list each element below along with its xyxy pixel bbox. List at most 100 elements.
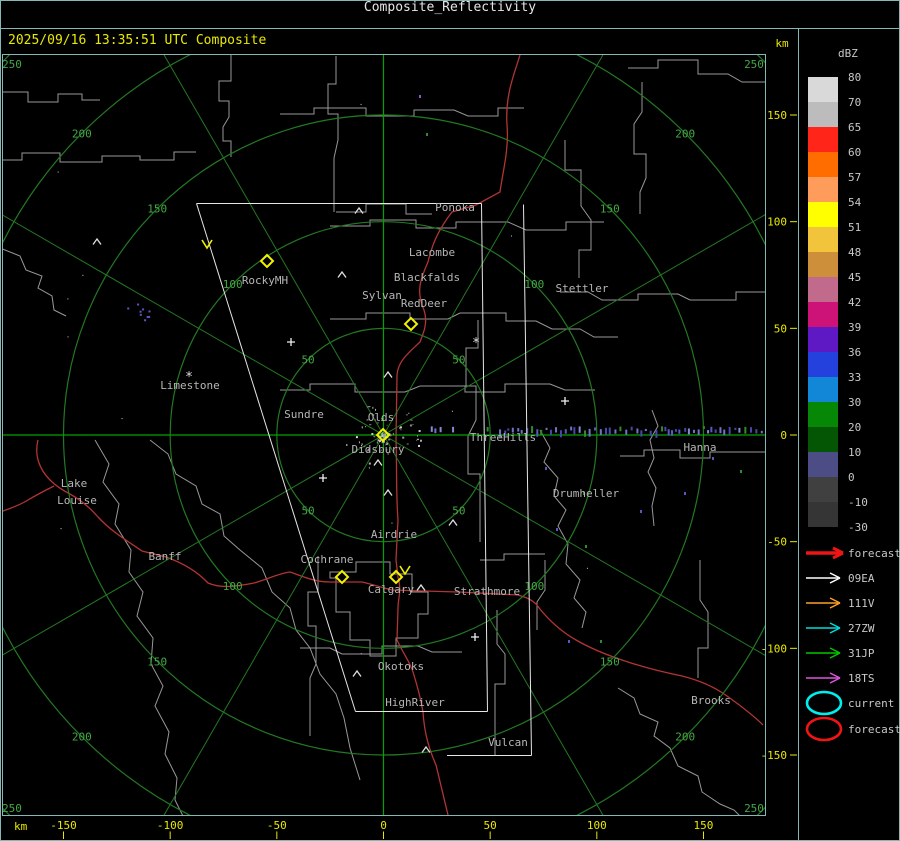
ring-distance-label: 50: [452, 504, 465, 517]
interference-speckle: [674, 429, 677, 432]
interference-speckle: [684, 427, 687, 432]
interference-speckle: [664, 426, 667, 432]
interference-speckle: [605, 427, 608, 436]
clutter-speckle: [388, 439, 391, 441]
clutter-speckle: [418, 429, 421, 432]
track-ellipse-icon: [805, 690, 843, 716]
caret-marker-icon: [337, 270, 347, 278]
colorbar-swatch: [808, 452, 838, 477]
clutter-speckle: [418, 444, 421, 447]
colorbar-tick-label: 33: [848, 371, 861, 384]
interference-speckle: [649, 430, 652, 436]
clutter-speckle: [410, 419, 413, 421]
track-ellipse-icon: [805, 716, 843, 742]
interference-speckle: [734, 427, 737, 430]
check-marker-icon: [399, 565, 411, 576]
colorbar-swatch: [808, 427, 838, 452]
clutter-speckle: [416, 438, 419, 440]
colorbar-swatch: [808, 277, 838, 302]
clutter-speckle: [368, 466, 370, 469]
track-ellipse-label: forecast: [848, 723, 900, 736]
colorbar-swatch: [808, 327, 838, 352]
track-arrow-label: forecast: [848, 547, 900, 560]
colorbar-swatch: [808, 152, 838, 177]
right-axis-tick-label: -100: [761, 642, 788, 655]
city-label: Didsbury: [352, 443, 405, 456]
right-axis-tick-label: -50: [767, 536, 787, 549]
interference-speckle: [687, 428, 690, 435]
clutter-speckle: [396, 412, 398, 414]
scan-sector-outline: [481, 203, 488, 712]
plus-marker-icon: [471, 633, 479, 641]
city-label: Airdrie: [371, 528, 417, 541]
colorbar-title: dBZ: [838, 47, 858, 60]
right-axis-unit-label: km: [775, 37, 789, 50]
county-border: [633, 82, 647, 214]
clutter-speckle: [368, 406, 371, 408]
noise-dot: [510, 235, 512, 237]
interference-speckle: [644, 428, 647, 432]
clutter-speckle: [369, 424, 372, 426]
county-border: [300, 645, 462, 655]
colorbar-tick-label: 30: [848, 396, 861, 409]
caret-marker-icon: [383, 370, 393, 378]
city-label: Banff: [148, 550, 181, 563]
caret-marker-icon: [352, 669, 362, 677]
colorbar-tick-label: 48: [848, 246, 861, 259]
county-border: [480, 553, 545, 561]
colorbar-tick-label: -30: [848, 521, 868, 534]
city-label: Hanna: [683, 441, 716, 454]
interference-speckle: [640, 430, 643, 437]
ring-distance-label: 200: [675, 731, 695, 744]
caret-marker-icon: [373, 458, 383, 466]
colorbar-tick-label: 45: [848, 271, 861, 284]
noise-dot: [57, 171, 59, 173]
noise-dot: [391, 522, 393, 524]
city-label: Strathmore: [454, 585, 520, 598]
city-label: Drumheller: [553, 487, 620, 500]
interference-speckle: [584, 430, 587, 437]
echo-speckle: [545, 467, 547, 470]
track-arrow-label: 18TS: [848, 672, 875, 685]
noise-dot: [67, 298, 69, 300]
clutter-speckle: [368, 462, 371, 465]
caret-marker-icon: [416, 583, 426, 591]
interference-speckle: [608, 427, 611, 435]
interference-speckle: [719, 427, 722, 434]
bottom-axis-tick-label: 100: [587, 819, 607, 832]
echo-speckle: [148, 310, 151, 313]
clutter-speckle: [392, 432, 394, 435]
echo-speckle: [419, 95, 421, 98]
echo-speckle: [144, 319, 147, 322]
echo-speckle: [139, 310, 142, 313]
noise-dot: [451, 410, 453, 412]
interference-speckle: [702, 426, 705, 429]
clutter-speckle: [419, 439, 422, 442]
track-arrow-label: 27ZW: [848, 622, 875, 635]
colorbar-swatch: [808, 502, 838, 527]
plus-marker-icon: [287, 338, 295, 346]
city-label: RockyMH: [242, 274, 288, 287]
city-label: HighRiver: [385, 696, 445, 709]
interference-speckle: [744, 426, 747, 434]
city-label: Blackfalds: [394, 271, 460, 284]
interference-speckle: [693, 429, 696, 433]
colorbar-swatch: [808, 402, 838, 427]
interference-speckle: [452, 426, 455, 433]
county-border: [3, 248, 67, 317]
track-ellipse-label: current: [848, 697, 894, 710]
interference-speckle: [760, 430, 763, 434]
interference-speckle: [614, 429, 617, 434]
echo-speckle: [426, 133, 428, 136]
colorbar-tick-label: 65: [848, 121, 861, 134]
ring-distance-label: 200: [72, 127, 92, 140]
asterisk-marker-icon: *: [472, 336, 480, 351]
colorbar-swatch: [808, 127, 838, 152]
city-label: Calgary: [368, 583, 415, 596]
clutter-speckle: [380, 436, 382, 438]
interference-speckle: [707, 430, 710, 434]
noise-dot: [360, 653, 362, 655]
radar-display[interactable]: 50 5050 50100 100100 100150 150150 150200 20020…: [0, 0, 900, 841]
clutter-speckle: [399, 426, 402, 429]
county-border: [329, 561, 429, 657]
